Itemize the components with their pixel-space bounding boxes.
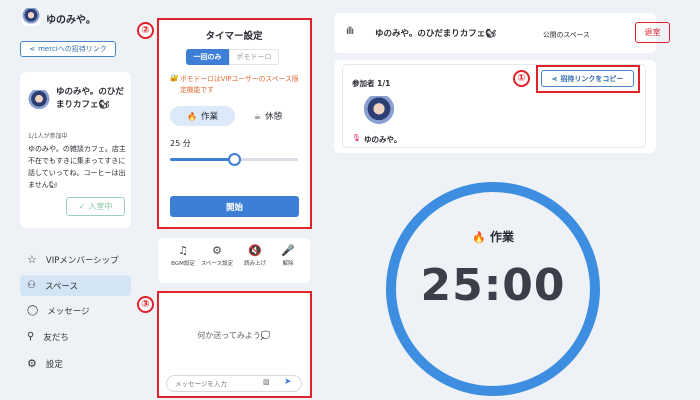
space-header-title: ゆのみや。のひだまりカフェ🐿 <box>375 29 497 39</box>
joined-button[interactable]: ✓ 入室中 <box>66 197 125 216</box>
voice-wave-icon: ıllı <box>346 26 354 37</box>
add-friend-icon: ⚲ <box>27 331 35 342</box>
invite-link-label: merciへの招待リンク <box>38 45 107 53</box>
share-icon: ⋖ <box>29 45 36 53</box>
participants-label: 参加者 1/1 <box>352 79 391 88</box>
nav-space[interactable]: ⚇ スペース <box>20 275 131 296</box>
member-mic-off-icon: 🎙 <box>352 134 361 142</box>
bgm-settings-label: BGM設定 <box>171 261 195 267</box>
mute-release-tool[interactable]: 🎤 解除 <box>270 243 306 267</box>
timer-mode: 🔥 作業 <box>386 228 600 245</box>
mic-off-icon: 🎤 <box>281 244 295 257</box>
nav-friends-label: 友だち <box>43 332 69 343</box>
bgm-settings-tool[interactable]: ♫ BGM設定 <box>165 243 201 267</box>
mute-release-label: 解除 <box>282 261 294 267</box>
invite-link-button[interactable]: ⋖ merciへの招待リンク <box>20 41 116 57</box>
music-icon: ♫ <box>178 244 188 257</box>
people-icon: ⚇ <box>27 280 36 291</box>
annotation-3: ③ <box>137 296 154 313</box>
space-card-title: ゆのみや。のひだまりカフェ🐿 <box>56 87 124 110</box>
read-aloud-tool[interactable]: 🔇 読み上げ <box>237 243 273 267</box>
fire-icon: 🔥 <box>472 231 486 244</box>
leave-button[interactable]: 退室 <box>635 22 670 43</box>
highlight-copy-invite <box>536 65 640 93</box>
joined-label: 入室中 <box>88 202 113 211</box>
timer-mode-label: 作業 <box>489 230 514 244</box>
user-avatar[interactable] <box>22 8 40 26</box>
visibility-label: 公開のスペース <box>543 31 590 39</box>
star-icon: ☆ <box>27 253 37 266</box>
space-card[interactable]: ゆのみや。のひだまりカフェ🐿 1/1人が参加中 ゆのみや。の雑談カフェ。店主不在… <box>20 72 131 228</box>
speaker-muted-icon: 🔇 <box>248 244 262 257</box>
user-name: ゆのみや。 <box>46 15 96 26</box>
nav-friends[interactable]: ⚲ 友だち <box>20 326 131 347</box>
chat-bubble-icon: ◯ <box>27 305 39 316</box>
space-header: ıllı ゆのみや。のひだまりカフェ🐿 公開のスペース 退室 <box>334 13 670 53</box>
space-settings-tool[interactable]: ⚙ スペース設定 <box>199 243 235 267</box>
highlight-timer-settings <box>157 18 312 229</box>
member-name: ゆのみや。 <box>364 135 402 144</box>
timer-display: 25:00 <box>420 260 566 311</box>
nav-message-label: メッセージ <box>47 306 90 317</box>
space-settings-label: スペース設定 <box>200 261 234 267</box>
check-icon: ✓ <box>78 202 86 211</box>
nav-space-label: スペース <box>44 281 78 292</box>
highlight-chat <box>157 291 312 398</box>
nav-vip[interactable]: ☆ VIPメンバーシップ <box>20 249 131 270</box>
gears-icon: ⚙ <box>212 244 222 257</box>
annotation-2: ② <box>137 22 154 39</box>
space-description: ゆのみや。の雑談カフェ。店主不在でもすきに集まってすきに話していってね。コーヒー… <box>28 145 126 189</box>
nav-settings-label: 設定 <box>45 359 63 370</box>
nav-message[interactable]: ◯ メッセージ <box>20 300 131 321</box>
nav-vip-label: VIPメンバーシップ <box>45 255 119 266</box>
read-aloud-label: 読み上げ <box>243 261 266 267</box>
space-avatar <box>28 90 50 112</box>
member-count: 1/1人が参加中 <box>28 133 68 140</box>
member-avatar[interactable] <box>363 96 395 128</box>
gear-icon: ⚙ <box>27 357 37 370</box>
nav-settings[interactable]: ⚙ 設定 <box>20 353 131 374</box>
annotation-1: ① <box>513 70 530 87</box>
